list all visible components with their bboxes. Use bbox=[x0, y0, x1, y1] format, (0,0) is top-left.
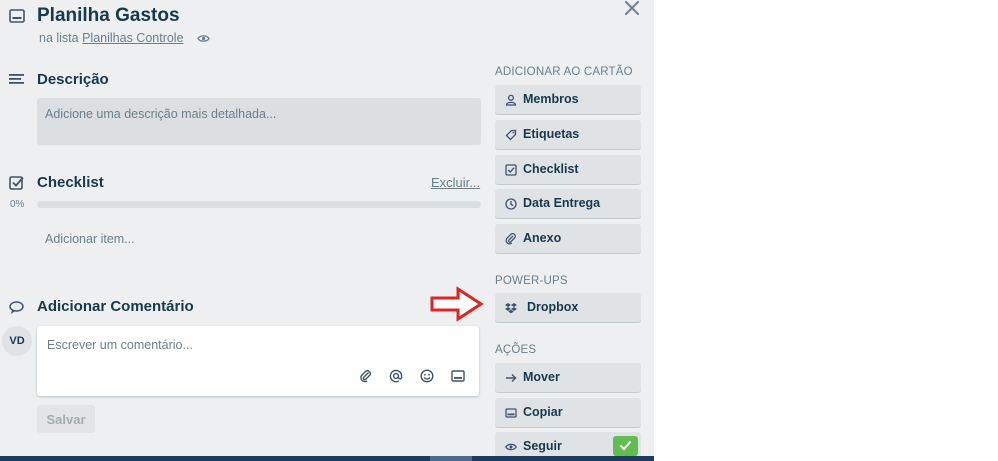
eye-icon bbox=[505, 440, 517, 452]
close-icon[interactable] bbox=[624, 0, 646, 22]
due-date-label: Data Entrega bbox=[523, 196, 601, 210]
checklist-progress-label: 0% bbox=[10, 199, 25, 210]
due-date-button[interactable]: Data Entrega bbox=[495, 189, 641, 218]
taskbar-segment bbox=[430, 456, 472, 461]
follow-label: Seguir bbox=[523, 439, 562, 453]
copy-button[interactable]: Copiar bbox=[495, 398, 641, 427]
checklist-button[interactable]: Checklist bbox=[495, 155, 641, 184]
list-prefix: na lista bbox=[39, 31, 79, 45]
comment-composer bbox=[37, 326, 479, 396]
add-to-card-heading: ADICIONAR AO CARTÃO bbox=[495, 66, 633, 78]
checklist-label: Checklist bbox=[523, 162, 579, 176]
attachment-button[interactable]: Anexo bbox=[495, 224, 641, 253]
delete-checklist-link[interactable]: Excluir... bbox=[431, 175, 480, 190]
avatar[interactable]: VD bbox=[2, 326, 32, 356]
paperclip-icon bbox=[505, 232, 517, 245]
card-icon[interactable] bbox=[451, 369, 467, 385]
attachment-label: Anexo bbox=[523, 231, 562, 245]
actions-heading: AÇÕES bbox=[495, 344, 537, 356]
checkbox-icon bbox=[505, 163, 517, 176]
labels-button[interactable]: Etiquetas bbox=[495, 120, 641, 149]
eye-icon bbox=[197, 32, 210, 46]
annotation-arrow-icon bbox=[430, 286, 484, 322]
save-comment-button[interactable]: Salvar bbox=[37, 405, 95, 433]
attachment-icon[interactable] bbox=[359, 369, 375, 385]
list-info: na lista Planilhas Controle bbox=[39, 31, 210, 46]
list-link[interactable]: Planilhas Controle bbox=[82, 31, 183, 45]
power-ups-heading: POWER-UPS bbox=[495, 275, 568, 287]
tag-icon bbox=[505, 128, 517, 141]
mention-icon[interactable] bbox=[389, 369, 405, 385]
card-icon bbox=[505, 406, 517, 418]
following-check-icon bbox=[613, 436, 638, 456]
dropbox-button[interactable]: Dropbox bbox=[495, 293, 641, 322]
comment-icon bbox=[9, 301, 24, 315]
checklist-progress-bar bbox=[37, 201, 481, 208]
dropbox-label: Dropbox bbox=[527, 300, 579, 314]
move-button[interactable]: Mover bbox=[495, 363, 641, 392]
comment-input[interactable] bbox=[37, 326, 479, 364]
card-title[interactable]: Planilha Gastos bbox=[37, 5, 180, 27]
taskbar-strip bbox=[0, 456, 654, 461]
clock-icon bbox=[505, 197, 517, 210]
description-field[interactable]: Adicione uma descrição mais detalhada... bbox=[37, 98, 481, 145]
emoji-icon[interactable] bbox=[420, 369, 436, 385]
members-label: Membros bbox=[523, 92, 579, 106]
copy-label: Copiar bbox=[523, 405, 563, 419]
arrow-right-icon bbox=[505, 371, 517, 383]
members-button[interactable]: Membros bbox=[495, 85, 641, 114]
description-icon bbox=[9, 73, 24, 86]
person-icon bbox=[505, 93, 517, 106]
dropbox-icon bbox=[505, 301, 517, 314]
checklist-icon bbox=[9, 175, 24, 190]
checklist-heading: Checklist bbox=[37, 174, 104, 191]
comment-heading: Adicionar Comentário bbox=[37, 298, 194, 315]
card-icon bbox=[9, 9, 25, 23]
labels-label: Etiquetas bbox=[523, 127, 580, 141]
card-detail-window: Planilha Gastos na lista Planilhas Contr… bbox=[0, 0, 654, 461]
move-label: Mover bbox=[523, 370, 560, 384]
add-checklist-item[interactable]: Adicionar item... bbox=[37, 226, 337, 252]
description-heading: Descrição bbox=[37, 71, 109, 88]
